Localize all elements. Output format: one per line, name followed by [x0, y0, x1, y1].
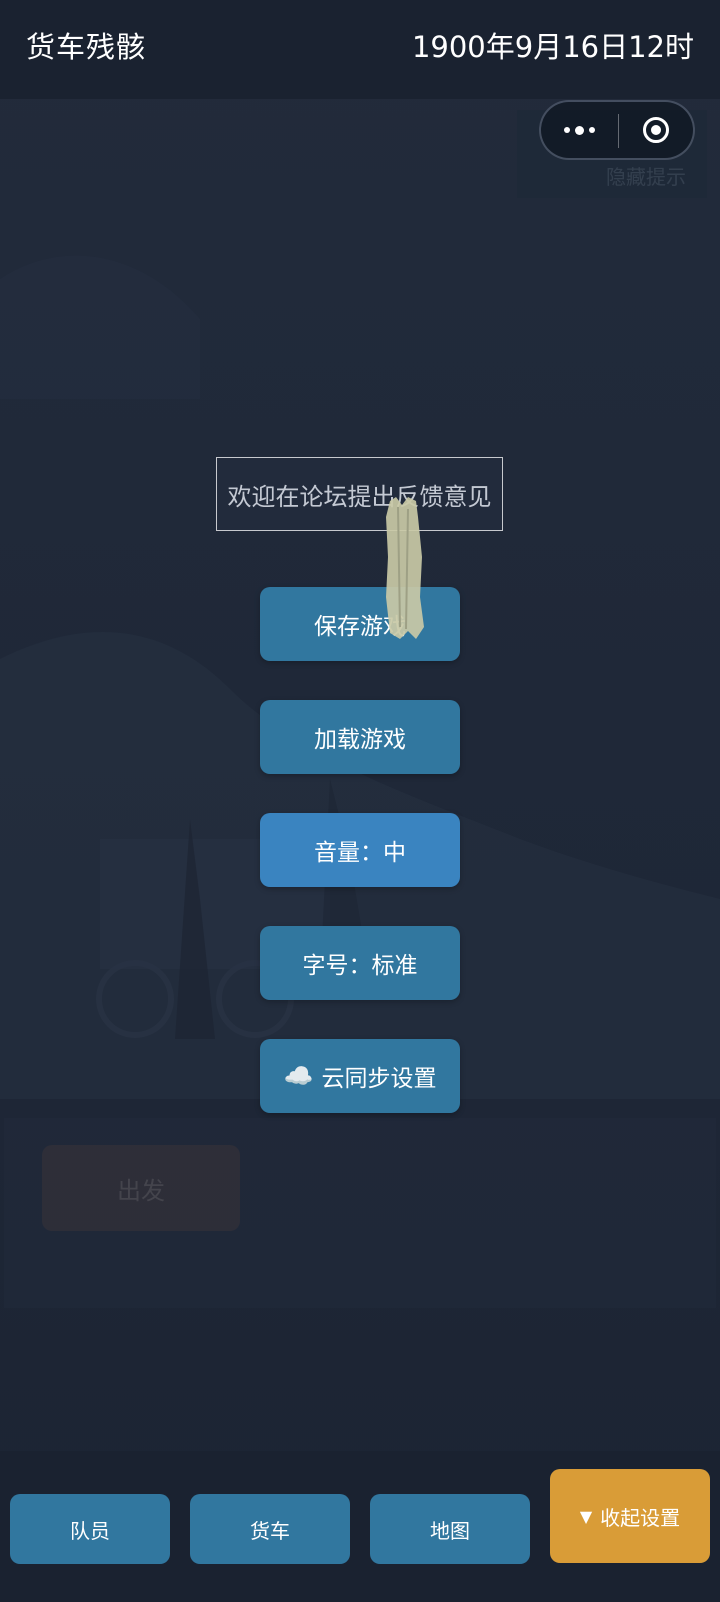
save-game-button[interactable]: 保存游戏 [260, 587, 460, 661]
game-time: 1900年9月16日12时 [411, 30, 694, 64]
hint-text: 隐藏提示 [606, 165, 686, 189]
depart-button: 出发 [42, 1145, 240, 1231]
map-tab-button[interactable]: 地图 [370, 1494, 530, 1564]
top-bar: 货车残骸 1900年9月16日12时 [0, 0, 720, 99]
cloud-sync-button[interactable]: ☁️ 云同步设置 [260, 1039, 460, 1113]
close-miniprogram-button[interactable] [619, 102, 693, 158]
mini-program-capsule [539, 100, 695, 160]
load-game-button[interactable]: 加载游戏 [260, 700, 460, 774]
hanging-cloth-decoration [386, 497, 424, 639]
collapse-settings-label: 收起设置 [600, 1505, 681, 1530]
truck-tab-button[interactable]: 货车 [190, 1494, 350, 1564]
cloud-sync-label: 云同步设置 [321, 1066, 437, 1092]
game-screen: 隐藏提示 出发 货车残骸 1900年9月16日12时 欢迎在论坛提出反馈意见 保… [0, 0, 720, 1602]
forum-feedback-banner[interactable]: 欢迎在论坛提出反馈意见 [216, 457, 503, 531]
target-close-icon [643, 117, 669, 143]
page-title: 货车残骸 [26, 30, 147, 64]
font-size-button[interactable]: 字号：标准 [260, 926, 460, 1000]
volume-button[interactable]: 音量：中 [260, 813, 460, 887]
more-button[interactable] [541, 102, 618, 158]
triangle-down-icon: ▼ [579, 1506, 593, 1526]
more-dots-icon [564, 125, 595, 135]
crew-tab-button[interactable]: 队员 [10, 1494, 170, 1564]
collapse-settings-button[interactable]: ▼ 收起设置 [550, 1469, 710, 1563]
cloud-icon: ☁️ [283, 1062, 314, 1090]
bottom-nav-bar: 队员 货车 地图 ▼ 收起设置 [0, 1451, 720, 1602]
